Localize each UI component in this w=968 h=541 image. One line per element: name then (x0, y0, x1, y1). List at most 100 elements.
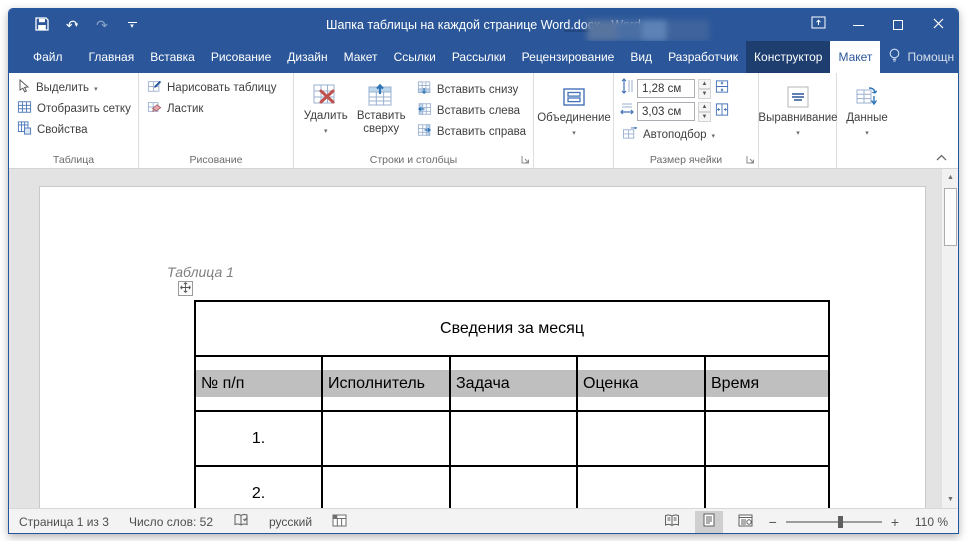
language-indicator[interactable]: русский (269, 515, 312, 529)
scroll-up-button[interactable]: ▲ (942, 169, 958, 186)
insert-right-button[interactable]: Вставить справа (415, 121, 528, 142)
table-move-handle[interactable] (178, 281, 193, 296)
print-layout-button[interactable] (695, 511, 723, 533)
empty-cell[interactable] (705, 466, 829, 508)
scroll-down-button[interactable]: ▼ (942, 491, 958, 508)
minimize-button[interactable] (838, 9, 878, 41)
table-title-row: Сведения за месяц (195, 301, 829, 356)
zoom-out-button[interactable]: − (769, 517, 777, 527)
empty-cell[interactable] (322, 466, 450, 508)
tab-references[interactable]: Ссылки (386, 41, 444, 73)
row-number-cell[interactable]: 1. (195, 411, 322, 466)
tab-draw[interactable]: Рисование (203, 41, 279, 73)
tab-layout[interactable]: Макет (336, 41, 386, 73)
draw-table-label: Нарисовать таблицу (167, 82, 276, 94)
scrollbar-thumb[interactable] (944, 188, 957, 246)
titlebar: ↶▾ ↷ ▾ Шапка таблицы на каждой странице … (9, 9, 958, 41)
tab-mailings[interactable]: Рассылки (444, 41, 514, 73)
delete-button[interactable]: Удалить ▾ (300, 77, 352, 151)
tab-home[interactable]: Главная (81, 41, 143, 73)
read-mode-icon (664, 514, 680, 530)
row-height-spinner[interactable]: ▲▼ (698, 79, 711, 99)
close-button[interactable] (918, 9, 958, 41)
maximize-button[interactable] (878, 9, 918, 41)
insert-above-button[interactable]: Вставить сверху (352, 77, 411, 151)
document-table[interactable]: Сведения за месяц № п/п Исполнитель Зада… (194, 300, 830, 508)
tab-table-design[interactable]: Конструктор (746, 41, 830, 73)
tab-design[interactable]: Дизайн (279, 41, 335, 73)
zoom-slider[interactable] (786, 521, 882, 523)
chevron-down-icon: ▾ (572, 127, 576, 140)
col-width-spinner[interactable]: ▲▼ (698, 102, 711, 122)
empty-cell[interactable] (450, 411, 577, 466)
autofit-button[interactable]: Автоподбор ▾ (620, 124, 753, 145)
view-gridlines-button[interactable]: Отобразить сетку (15, 98, 133, 119)
ribbon-display-options-button[interactable] (798, 9, 838, 41)
tab-file[interactable]: Файл (21, 41, 75, 73)
redo-button[interactable]: ↷ (89, 12, 115, 38)
insert-left-icon (417, 102, 432, 119)
col-width-field[interactable] (637, 102, 695, 121)
header-cell-executor[interactable]: Исполнитель (322, 356, 450, 411)
distribute-cols-icon[interactable] (714, 102, 730, 122)
zoom-in-button[interactable]: + (891, 517, 899, 527)
row-number-cell[interactable]: 2. (195, 466, 322, 508)
proofing-status[interactable] (233, 513, 249, 530)
ribbon: Выделить ▾ Отобразить сетку Свойства Таб… (9, 73, 958, 169)
merge-button[interactable]: Объединение ▾ (540, 79, 608, 153)
empty-cell[interactable] (322, 411, 450, 466)
draw-table-button[interactable]: Нарисовать таблицу (145, 77, 288, 98)
empty-cell[interactable] (577, 411, 705, 466)
header-cell-number[interactable]: № п/п (195, 356, 322, 411)
header-cell-task[interactable]: Задача (450, 356, 577, 411)
web-layout-icon (738, 514, 753, 530)
empty-cell[interactable] (577, 466, 705, 508)
tab-review[interactable]: Рецензирование (514, 41, 623, 73)
spinner-up-icon: ▲ (698, 102, 711, 112)
rows-columns-dialog-launcher[interactable] (519, 154, 531, 166)
data-button[interactable]: Данные ▾ (843, 79, 891, 153)
page-indicator[interactable]: Страница 1 из 3 (19, 515, 109, 529)
distribute-rows-icon[interactable] (714, 79, 730, 99)
web-layout-button[interactable] (732, 511, 760, 533)
minimize-icon (853, 25, 864, 26)
save-button[interactable] (29, 12, 55, 38)
maximize-icon (893, 20, 903, 30)
tabbar-right-icons: Помощн (888, 41, 959, 73)
tab-developer[interactable]: Разработчик (660, 41, 746, 73)
group-label-table: Таблица (9, 154, 138, 166)
insert-left-button[interactable]: Вставить слева (415, 100, 528, 121)
close-icon (933, 16, 944, 34)
chevron-down-icon: ▾ (94, 85, 98, 93)
zoom-slider-handle[interactable] (838, 516, 843, 528)
vertical-scrollbar[interactable]: ▲ ▼ (941, 169, 958, 508)
cell-size-dialog-launcher[interactable] (744, 154, 756, 166)
help-label: Помощн (907, 50, 954, 64)
table-move-handle-icon (180, 280, 191, 298)
table-title-cell[interactable]: Сведения за месяц (195, 301, 829, 356)
collapse-ribbon-button[interactable] (932, 150, 950, 164)
word-count[interactable]: Число слов: 52 (129, 515, 213, 529)
spinner-up-icon: ▲ (698, 79, 711, 89)
alignment-button[interactable]: Выравнивание ▾ (765, 79, 831, 153)
tab-view[interactable]: Вид (622, 41, 660, 73)
header-cell-time[interactable]: Время (705, 356, 829, 411)
tab-table-layout[interactable]: Макет (830, 41, 880, 73)
tab-insert[interactable]: Вставка (142, 41, 203, 73)
tell-me-help[interactable]: Помощн (888, 48, 954, 66)
customize-qat-button[interactable]: ▾ (119, 12, 145, 38)
row-height-field[interactable] (637, 79, 695, 98)
properties-button[interactable]: Свойства (15, 119, 133, 140)
read-mode-button[interactable] (658, 511, 686, 533)
scroll-down-icon: ▼ (947, 496, 954, 503)
chevron-down-icon: ▾ (712, 132, 716, 140)
zoom-level[interactable]: 110 % (908, 515, 948, 529)
macro-record-button[interactable] (332, 514, 347, 530)
empty-cell[interactable] (705, 411, 829, 466)
select-button[interactable]: Выделить ▾ (15, 77, 133, 98)
header-cell-grade[interactable]: Оценка (577, 356, 705, 411)
insert-below-button[interactable]: Вставить снизу (415, 79, 528, 100)
eraser-button[interactable]: Ластик (145, 98, 288, 119)
empty-cell[interactable] (450, 466, 577, 508)
undo-button[interactable]: ↶▾ (59, 12, 85, 38)
